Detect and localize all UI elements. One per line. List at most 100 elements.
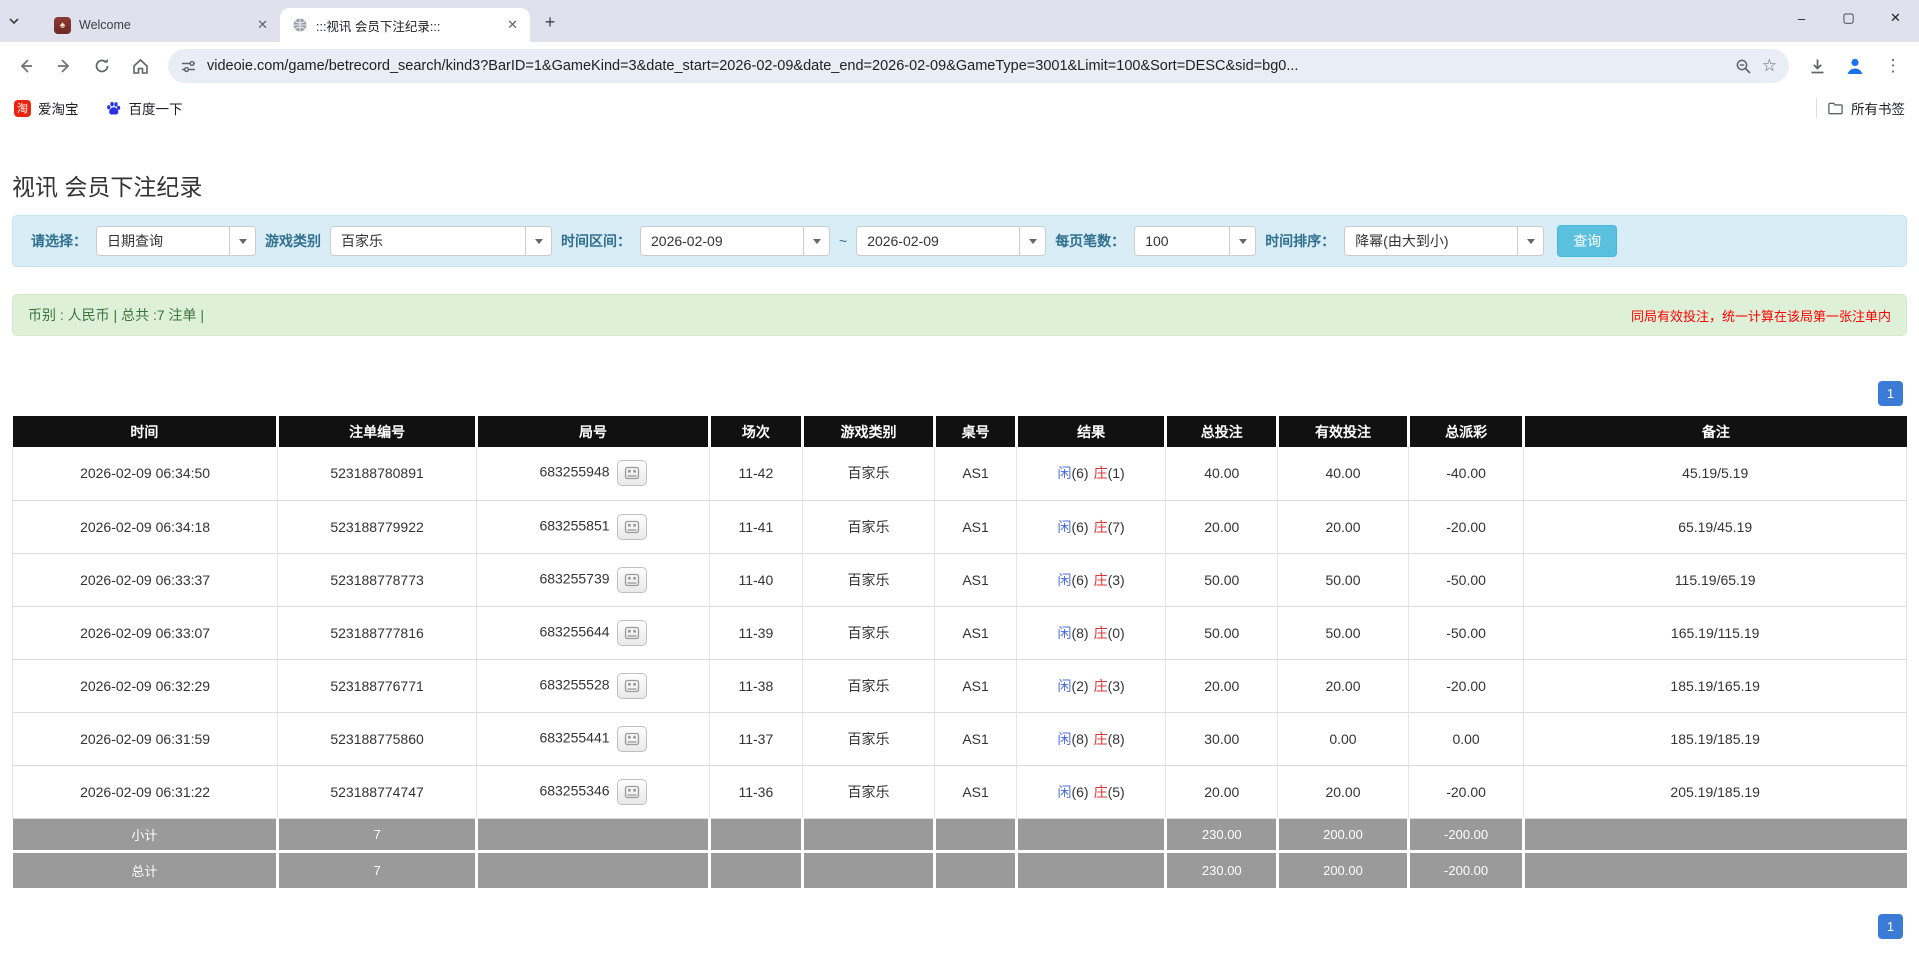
subtotal-total-bet: 230.00 [1165, 818, 1280, 853]
header-session: 场次 [709, 416, 804, 447]
video-replay-button[interactable] [616, 672, 647, 699]
cell-session: 11-38 [709, 659, 803, 713]
menu-kebab-icon[interactable]: ⋮ [1877, 50, 1909, 82]
chevron-down-icon[interactable] [229, 227, 255, 255]
cell-payout: 0.00 [1408, 712, 1525, 766]
total-payout: -200.00 [1408, 851, 1526, 888]
cell-game-kind: 百家乐 [802, 500, 936, 554]
game-kind-label: 游戏类别 [265, 233, 321, 249]
cell-round-id: 683255441 [476, 712, 710, 766]
bet-records-table: 时间 注单编号 局号 场次 游戏类别 桌号 结果 总投注 有效投注 总派彩 备注… [11, 416, 1907, 888]
subtotal-valid-bet: 200.00 [1277, 818, 1410, 853]
total-valid-bet: 200.00 [1277, 851, 1410, 888]
video-replay-button[interactable] [616, 725, 647, 752]
home-icon[interactable] [124, 50, 156, 82]
cell-result: 闲(6) 庄(5) [1016, 765, 1167, 819]
cell-game-kind: 百家乐 [802, 765, 936, 819]
tab-search-chevron-icon[interactable] [8, 6, 38, 36]
chevron-down-icon[interactable] [525, 227, 551, 255]
close-button[interactable]: ✕ [1872, 0, 1919, 36]
site-info-icon[interactable] [180, 58, 197, 75]
cell-bet-id: 523188775860 [277, 712, 478, 766]
total-total-bet: 230.00 [1165, 851, 1280, 888]
chevron-down-icon[interactable] [1517, 227, 1544, 255]
date-end-select[interactable]: 2026-02-09 [856, 226, 1047, 256]
table-row: 2026-02-09 06:31:22 523188774747 6832553… [11, 765, 1907, 819]
cell-total-bet: 20.00 [1165, 765, 1279, 819]
bookmark-aitaobao[interactable]: 淘 爱淘宝 [14, 98, 79, 118]
address-bar[interactable]: videoie.com/game/betrecord_search/kind3?… [168, 49, 1789, 83]
cell-valid-bet: 20.00 [1277, 765, 1409, 819]
cell-table-no: AS1 [934, 447, 1017, 501]
cell-session: 11-37 [709, 712, 803, 766]
all-bookmarks[interactable]: 所有书签 [1827, 98, 1905, 118]
chevron-down-icon[interactable] [803, 227, 829, 255]
bookmark-baidu[interactable]: 百度一下 [105, 98, 183, 118]
cell-total-bet: 50.00 [1165, 553, 1279, 607]
tab-title: Welcome [79, 18, 131, 32]
cell-remark: 185.19/185.19 [1523, 712, 1907, 766]
cell-result: 闲(6) 庄(1) [1016, 447, 1167, 501]
cell-time: 2026-02-09 06:33:07 [11, 606, 279, 660]
round-id-text: 683255739 [539, 570, 610, 587]
cell-result: 闲(6) 庄(3) [1016, 553, 1167, 607]
forward-icon[interactable] [48, 50, 80, 82]
date-range-label: 时间区间： [561, 233, 631, 249]
bookmark-star-icon[interactable]: ☆ [1762, 56, 1777, 76]
minimize-button[interactable]: – [1778, 0, 1825, 36]
query-type-select[interactable]: 日期查询 [96, 226, 256, 256]
cell-bet-id: 523188777816 [277, 606, 478, 660]
date-start-select[interactable]: 2026-02-09 [640, 226, 830, 256]
header-total-bet: 总投注 [1165, 416, 1280, 447]
video-replay-button[interactable] [616, 619, 647, 646]
sort-select[interactable]: 降幂(由大到小) [1344, 226, 1545, 256]
maximize-button[interactable]: ▢ [1825, 0, 1872, 36]
cell-valid-bet: 50.00 [1277, 553, 1409, 607]
video-replay-button[interactable] [616, 566, 647, 593]
tab-close-icon[interactable]: ✕ [255, 17, 270, 33]
video-replay-button[interactable] [616, 778, 647, 805]
table-row: 2026-02-09 06:31:59 523188775860 6832554… [11, 712, 1907, 766]
cell-table-no: AS1 [934, 606, 1017, 660]
url-text[interactable]: videoie.com/game/betrecord_search/kind3?… [207, 58, 1725, 74]
reload-icon[interactable] [86, 50, 118, 82]
header-valid-bet: 有效投注 [1277, 416, 1410, 447]
browser-toolbar: videoie.com/game/betrecord_search/kind3?… [0, 42, 1919, 90]
search-button[interactable]: 查询 [1557, 225, 1618, 257]
page-number-button[interactable]: 1 [1878, 381, 1903, 406]
cell-table-no: AS1 [934, 712, 1017, 766]
zoom-icon[interactable] [1735, 58, 1752, 75]
download-icon[interactable] [1801, 50, 1833, 82]
all-bookmarks-label: 所有书签 [1851, 102, 1905, 117]
per-page-select[interactable]: 100 [1134, 226, 1257, 256]
cell-session: 11-41 [709, 500, 803, 554]
table-row: 2026-02-09 06:34:18 523188779922 6832558… [11, 500, 1907, 554]
tab-welcome[interactable]: ♠ Welcome ✕ [42, 8, 280, 42]
cell-total-bet: 20.00 [1165, 659, 1279, 713]
profile-avatar-icon[interactable] [1839, 50, 1871, 82]
tab-close-icon[interactable]: ✕ [505, 17, 520, 33]
cell-session: 11-40 [709, 553, 803, 607]
tab-betrecord[interactable]: :::视讯 会员下注纪录::: ✕ [280, 8, 530, 42]
new-tab-button[interactable]: + [536, 8, 564, 36]
tab-strip: ♠ Welcome ✕ :::视讯 会员下注纪录::: ✕ + – ▢ ✕ [0, 0, 1919, 42]
folder-icon [1828, 102, 1843, 114]
cell-time: 2026-02-09 06:31:59 [11, 712, 279, 766]
chevron-down-icon[interactable] [1019, 227, 1046, 255]
video-replay-button[interactable] [616, 460, 647, 487]
game-kind-select[interactable]: 百家乐 [330, 226, 552, 256]
header-bet-id: 注单编号 [277, 416, 479, 447]
cell-result: 闲(6) 庄(7) [1016, 500, 1167, 554]
cell-valid-bet: 0.00 [1277, 712, 1409, 766]
baidu-paw-icon [106, 101, 120, 115]
video-replay-button[interactable] [616, 513, 647, 540]
cell-result: 闲(8) 庄(8) [1016, 712, 1167, 766]
round-id-text: 683255441 [539, 729, 610, 746]
chevron-down-icon[interactable] [1229, 227, 1256, 255]
cell-remark: 205.19/185.19 [1523, 765, 1907, 819]
back-icon[interactable] [10, 50, 42, 82]
cell-round-id: 683255851 [476, 500, 710, 554]
page-content: 视讯 会员下注纪录 请选择： 日期查询 游戏类别 百家乐 时间区间： 2026-… [0, 168, 1919, 960]
cell-round-id: 683255739 [476, 553, 710, 607]
page-number-button[interactable]: 1 [1878, 914, 1903, 939]
